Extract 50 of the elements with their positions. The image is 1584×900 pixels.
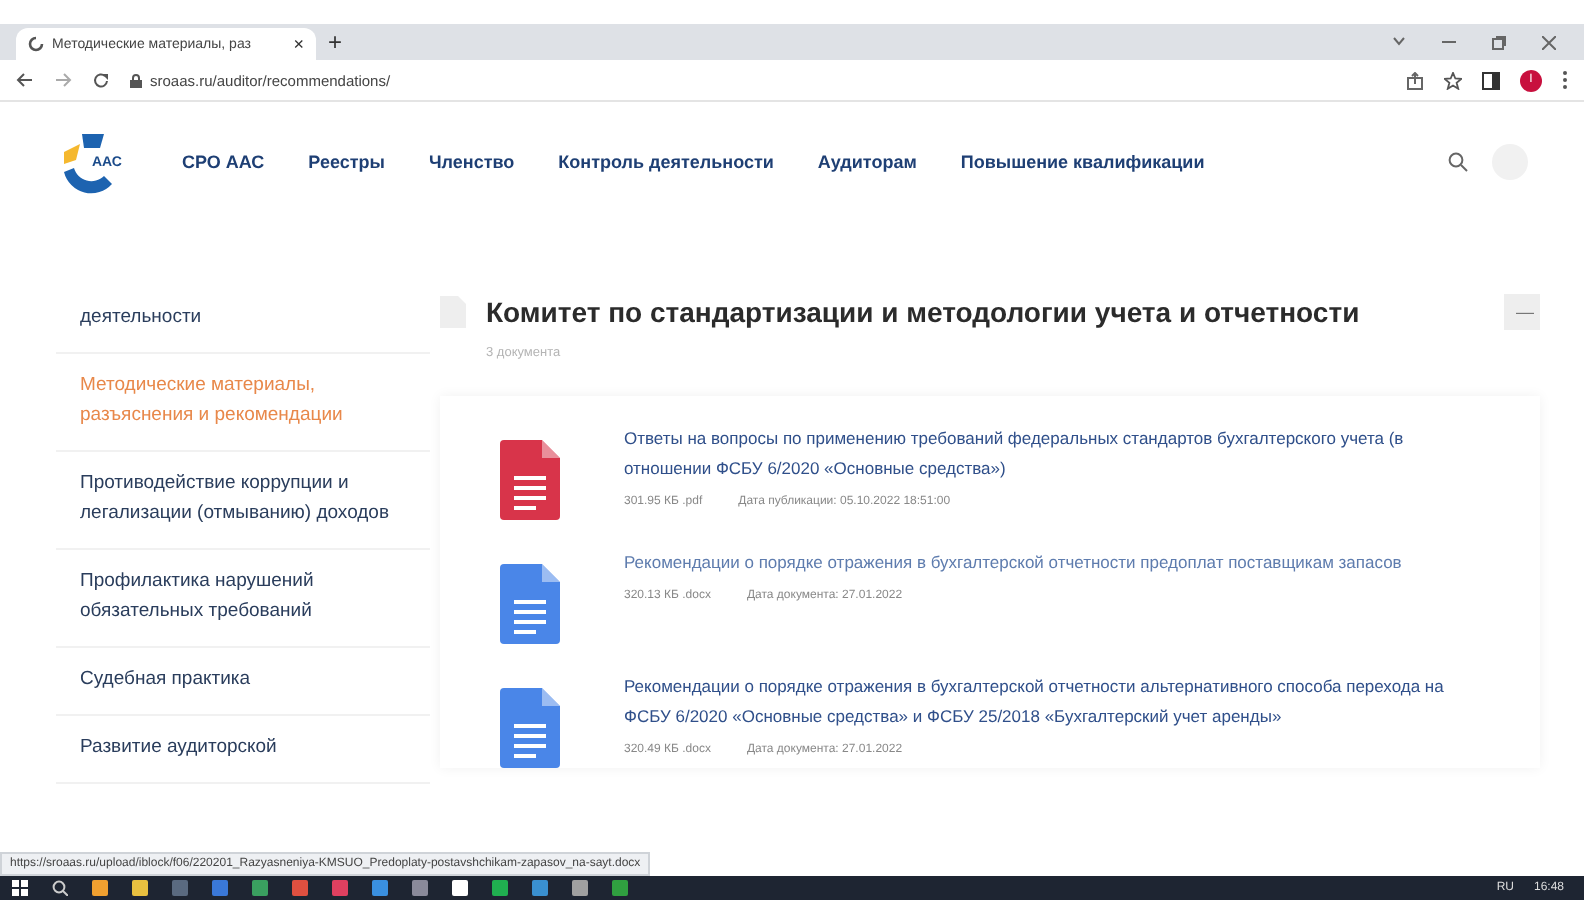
taskbar-app-icon[interactable] <box>292 880 308 896</box>
taskbar-app-icon[interactable] <box>612 880 628 896</box>
nav-link[interactable]: Реестры <box>308 152 385 172</box>
close-tab-button[interactable]: × <box>293 34 304 54</box>
minimize-icon[interactable] <box>1442 35 1456 45</box>
sidebar-item[interactable]: Противодействие коррупции и легализации (отмыванию) доходов <box>56 452 430 550</box>
document-link[interactable]: Рекомендации о порядке отражения в бухгалтерской отчетности предоплат поставщикам запасов <box>624 548 1402 578</box>
loading-icon <box>28 36 44 52</box>
taskbar-app-icon[interactable] <box>212 880 228 896</box>
pdf-file-icon <box>500 440 560 520</box>
restore-icon[interactable] <box>1492 35 1506 49</box>
lock-icon <box>130 73 142 87</box>
nav-link[interactable]: Контроль деятельности <box>558 152 774 172</box>
nav-link[interactable]: Аудиторам <box>817 152 917 172</box>
sidebar-item[interactable]: Судебная практика <box>56 648 430 716</box>
taskbar-app-icon[interactable] <box>532 880 548 896</box>
taskbar-app-icon[interactable] <box>172 880 188 896</box>
section-title: Комитет по стандартизации и методологии учета и отчетности <box>486 296 1362 328</box>
taskbar-app-icon[interactable] <box>132 880 148 896</box>
nav-link[interactable]: Членство <box>428 152 515 172</box>
sidebar-item[interactable]: деятельности <box>56 302 430 354</box>
nav-link[interactable]: Повышение квалификации <box>960 152 1205 172</box>
forward-icon[interactable] <box>54 72 72 88</box>
taskbar-app-icon[interactable] <box>572 880 588 896</box>
star-icon[interactable] <box>1444 71 1462 89</box>
windows-icon[interactable] <box>12 880 28 896</box>
close-icon[interactable] <box>1542 35 1556 49</box>
search-icon[interactable] <box>52 880 68 896</box>
document-link[interactable]: Рекомендации о порядке отражения в бухгалтерской отчетности альтернативного способа перехода на ФСБУ 6/2020 «Основные средства» и ФСБУ 25/2018 «Бухгалтерский учет аренды» <box>624 672 1484 732</box>
taskbar-app-icon[interactable] <box>252 880 268 896</box>
share-icon[interactable] <box>1406 71 1424 89</box>
menu-icon[interactable] <box>1562 70 1568 90</box>
back-icon[interactable] <box>16 72 34 88</box>
chevron-icon[interactable] <box>1392 35 1406 45</box>
taskbar-app-icon[interactable] <box>92 880 108 896</box>
sidebar-item[interactable]: Профилактика нарушений обязательных требований <box>56 550 430 648</box>
collapse-button[interactable]: — <box>1504 294 1540 330</box>
new-tab-button[interactable]: + <box>328 28 343 56</box>
taskbar-app-icon[interactable] <box>492 880 508 896</box>
taskbar-app-icon[interactable] <box>372 880 388 896</box>
taskbar-app-icon[interactable] <box>412 880 428 896</box>
search-icon[interactable] <box>1448 152 1468 172</box>
document-file-icon <box>500 564 560 644</box>
taskbar-app-icon[interactable] <box>452 880 468 896</box>
sidebar-item[interactable]: Развитие аудиторской <box>56 716 430 784</box>
side-panel-icon[interactable] <box>1482 71 1500 89</box>
taskbar-app-icon[interactable] <box>332 880 348 896</box>
reload-icon[interactable] <box>92 71 110 89</box>
document-link[interactable]: Ответы на вопросы по применению требований федеральных стандартов бухгалтерского учета (в отношении ФСБУ 6/2020 «Основные средства») <box>624 424 1484 484</box>
nav-link[interactable]: СРО ААС <box>182 152 265 172</box>
